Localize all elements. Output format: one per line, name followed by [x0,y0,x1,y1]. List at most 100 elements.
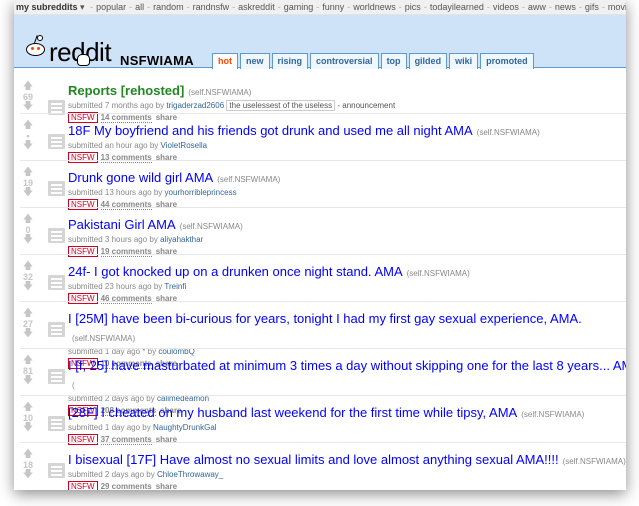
tab-top[interactable]: top [380,53,407,69]
self-post-thumbnail-icon[interactable] [48,369,65,384]
header: reddit NSFWIAMA hot new rising controver… [14,15,626,69]
upvote-arrow-icon[interactable]: 🡅 [20,168,36,178]
self-post-thumbnail-icon[interactable] [48,322,65,337]
downvote-arrow-icon[interactable]: 🡇 [20,329,36,339]
separator: - [423,2,427,12]
subreddit-name[interactable]: NSFWIAMA [120,53,194,68]
downvote-arrow-icon[interactable]: 🡇 [20,235,36,245]
self-post-thumbnail-icon[interactable] [48,275,65,290]
tab-rising[interactable]: rising [271,53,309,69]
comments-link[interactable]: 29 comments [100,482,152,490]
subreddit-link-askreddit[interactable]: askreddit [238,2,275,12]
downvote-arrow-icon[interactable]: 🡇 [20,141,36,151]
downvote-arrow-icon[interactable]: 🡇 [20,282,36,292]
share-link[interactable]: share [156,482,177,490]
vote-column: 🡅 10 🡇 [20,403,36,433]
post-title[interactable]: Pakistani Girl AMA [68,217,176,232]
post-buttons: NSFW 29 comments share [68,481,626,490]
post-domain[interactable]: ( [72,381,75,390]
subreddit-link-all[interactable]: all [135,2,144,12]
tab-hot[interactable]: hot [212,53,238,69]
subreddit-link-todayilearned[interactable]: todayilearned [430,2,484,12]
self-post-thumbnail-icon[interactable] [48,134,65,149]
downvote-arrow-icon[interactable]: 🡇 [20,376,36,386]
post-domain[interactable]: (self.NSFWIAMA) [407,269,470,278]
post-author[interactable]: aliyahakthar [160,235,203,244]
self-post-thumbnail-icon[interactable] [48,228,65,243]
downvote-arrow-icon[interactable]: 🡇 [20,188,36,198]
subreddit-link-funny[interactable]: funny [322,2,344,12]
downvote-arrow-icon[interactable]: 🡇 [20,470,36,480]
post-author[interactable]: ChloeThrowaway_ [157,470,223,479]
vote-column: 🡅 19 🡇 [20,168,36,198]
self-post-thumbnail-icon[interactable] [48,416,65,431]
tab-promoted[interactable]: promoted [480,53,534,69]
upvote-arrow-icon[interactable]: 🡅 [20,121,36,131]
subreddit-link-movies[interactable]: movies [608,2,626,12]
vote-column: 🡅 32 🡇 [20,262,36,292]
post-title[interactable]: I [25M] have been bi-curious for years, … [68,311,582,326]
post-time: 23 hours ago [104,282,152,291]
downvote-arrow-icon[interactable]: 🡇 [20,423,36,433]
post-domain[interactable]: (self.NSFWIAMA) [217,175,280,184]
post-domain[interactable]: (self.NSFWIAMA) [180,222,243,231]
subreddit-link-popular[interactable]: popular [96,2,126,12]
post-title[interactable]: Drunk gone wild girl AMA [68,170,213,185]
upvote-arrow-icon[interactable]: 🡅 [20,309,36,319]
subreddit-link-gifs[interactable]: gifs [585,2,599,12]
tab-new[interactable]: new [240,53,270,69]
subreddit-link-worldnews[interactable]: worldnews [353,2,396,12]
tab-wiki[interactable]: wiki [449,53,479,69]
upvote-arrow-icon[interactable]: 🡅 [20,450,36,460]
subreddit-link-randnsfw[interactable]: randnsfw [193,2,230,12]
post-title[interactable]: I [f, 25] have masturbated at minimum 3 … [68,358,626,373]
nsfw-badge: NSFW [68,481,98,490]
post-title[interactable]: 18F My boyfriend and his friends got dru… [68,123,473,138]
upvote-arrow-icon[interactable]: 🡅 [20,262,36,272]
separator: - [486,2,490,12]
post-author[interactable]: NaughtyDrunkGal [153,423,217,432]
post-domain[interactable]: (self.NSFWIAMA) [188,88,251,97]
separator: - [347,2,351,12]
subreddit-link-random[interactable]: random [153,2,184,12]
post-title[interactable]: [28F] I cheated on my husband last weeke… [68,405,517,420]
post-item: 🡅 • 🡇 18F My boyfriend and his friends g… [20,113,626,163]
post-tagline: submitted 1 day ago by NaughtyDrunkGal [68,423,217,432]
post-domain[interactable]: (self.NSFWIAMA) [477,128,540,137]
post-title[interactable]: I bisexual [17F] Have almost no sexual l… [68,452,559,467]
post-domain[interactable]: (self.NSFWIAMA) [563,457,626,466]
upvote-arrow-icon[interactable]: 🡅 [20,215,36,225]
reddit-logo[interactable]: reddit [24,31,112,66]
subreddit-link-pics[interactable]: pics [405,2,421,12]
post-title[interactable]: Reports [rehosted] [68,83,184,98]
subreddit-link-news[interactable]: news [555,2,576,12]
post-author[interactable]: trigaderzad2606 [166,101,224,110]
upvote-arrow-icon[interactable]: 🡅 [20,356,36,366]
post-item: 🡅 27 🡇 I [25M] have been bi-curious for … [20,301,626,369]
post-time: an hour ago [104,141,148,150]
post-time: 3 hours ago [104,235,148,244]
post-time: 7 months ago [104,101,154,110]
tab-controversial[interactable]: controversial [310,53,379,69]
vote-column: 🡅 18 🡇 [20,450,36,480]
post-author[interactable]: VioletRosella [161,141,208,150]
upvote-arrow-icon[interactable]: 🡅 [20,82,36,92]
subreddit-link-videos[interactable]: videos [493,2,519,12]
post-author[interactable]: Treinfi [164,282,186,291]
self-post-thumbnail-icon[interactable] [48,181,65,196]
my-subreddits-dropdown[interactable]: my subreddits [16,2,78,12]
post-title[interactable]: 24f- I got knocked up on a drunken once … [68,264,403,279]
self-post-thumbnail-icon[interactable] [48,463,65,478]
separator: - [232,2,236,12]
subreddit-link-aww[interactable]: aww [528,2,546,12]
post-author[interactable]: yourhorribleprincess [165,188,237,197]
post-domain[interactable]: (self.NSFWIAMA) [72,334,135,343]
downvote-arrow-icon[interactable]: 🡇 [20,102,36,112]
upvote-arrow-icon[interactable]: 🡅 [20,403,36,413]
chevron-down-icon[interactable]: ▾ [80,2,85,12]
tab-gilded[interactable]: gilded [408,53,448,69]
separator: - [186,2,190,12]
post-item: 🡅 19 🡇 Drunk gone wild girl AMA (self.NSF… [20,160,626,210]
post-domain[interactable]: (self.NSFWIAMA) [521,410,584,419]
subreddit-link-gaming[interactable]: gaming [284,2,314,12]
